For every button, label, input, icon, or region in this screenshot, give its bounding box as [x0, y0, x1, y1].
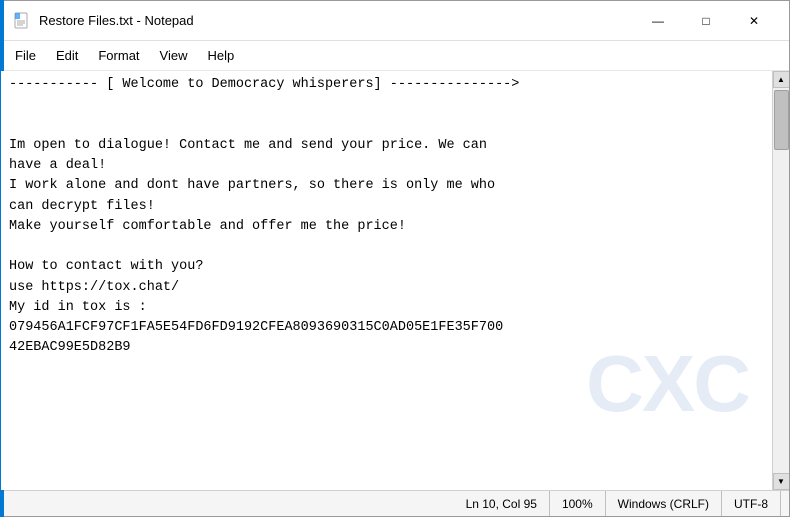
cursor-position: Ln 10, Col 95: [454, 491, 550, 516]
encoding: UTF-8: [722, 491, 781, 516]
menu-bar: File Edit Format View Help: [1, 41, 789, 71]
editor-container: CXC ----------- [ Welcome to Democracy w…: [1, 71, 789, 490]
scroll-down-button[interactable]: ▼: [773, 473, 790, 490]
notepad-window: Restore Files.txt - Notepad — □ ✕ File E…: [0, 0, 790, 517]
window-controls: — □ ✕: [635, 5, 777, 37]
scroll-up-button[interactable]: ▲: [773, 71, 790, 88]
scroll-thumb[interactable]: [774, 90, 789, 150]
text-editor[interactable]: ----------- [ Welcome to Democracy whisp…: [1, 71, 772, 490]
minimize-button[interactable]: —: [635, 5, 681, 37]
title-bar: Restore Files.txt - Notepad — □ ✕: [1, 1, 789, 41]
app-icon: [13, 12, 31, 30]
menu-file[interactable]: File: [5, 44, 46, 67]
scrollbar: ▲ ▼: [772, 71, 789, 490]
menu-format[interactable]: Format: [88, 44, 149, 67]
status-bar: Ln 10, Col 95 100% Windows (CRLF) UTF-8: [1, 490, 789, 516]
zoom-level: 100%: [550, 491, 606, 516]
window-title: Restore Files.txt - Notepad: [39, 13, 635, 28]
menu-help[interactable]: Help: [197, 44, 244, 67]
close-button[interactable]: ✕: [731, 5, 777, 37]
menu-edit[interactable]: Edit: [46, 44, 88, 67]
line-ending: Windows (CRLF): [606, 491, 722, 516]
menu-view[interactable]: View: [150, 44, 198, 67]
maximize-button[interactable]: □: [683, 5, 729, 37]
